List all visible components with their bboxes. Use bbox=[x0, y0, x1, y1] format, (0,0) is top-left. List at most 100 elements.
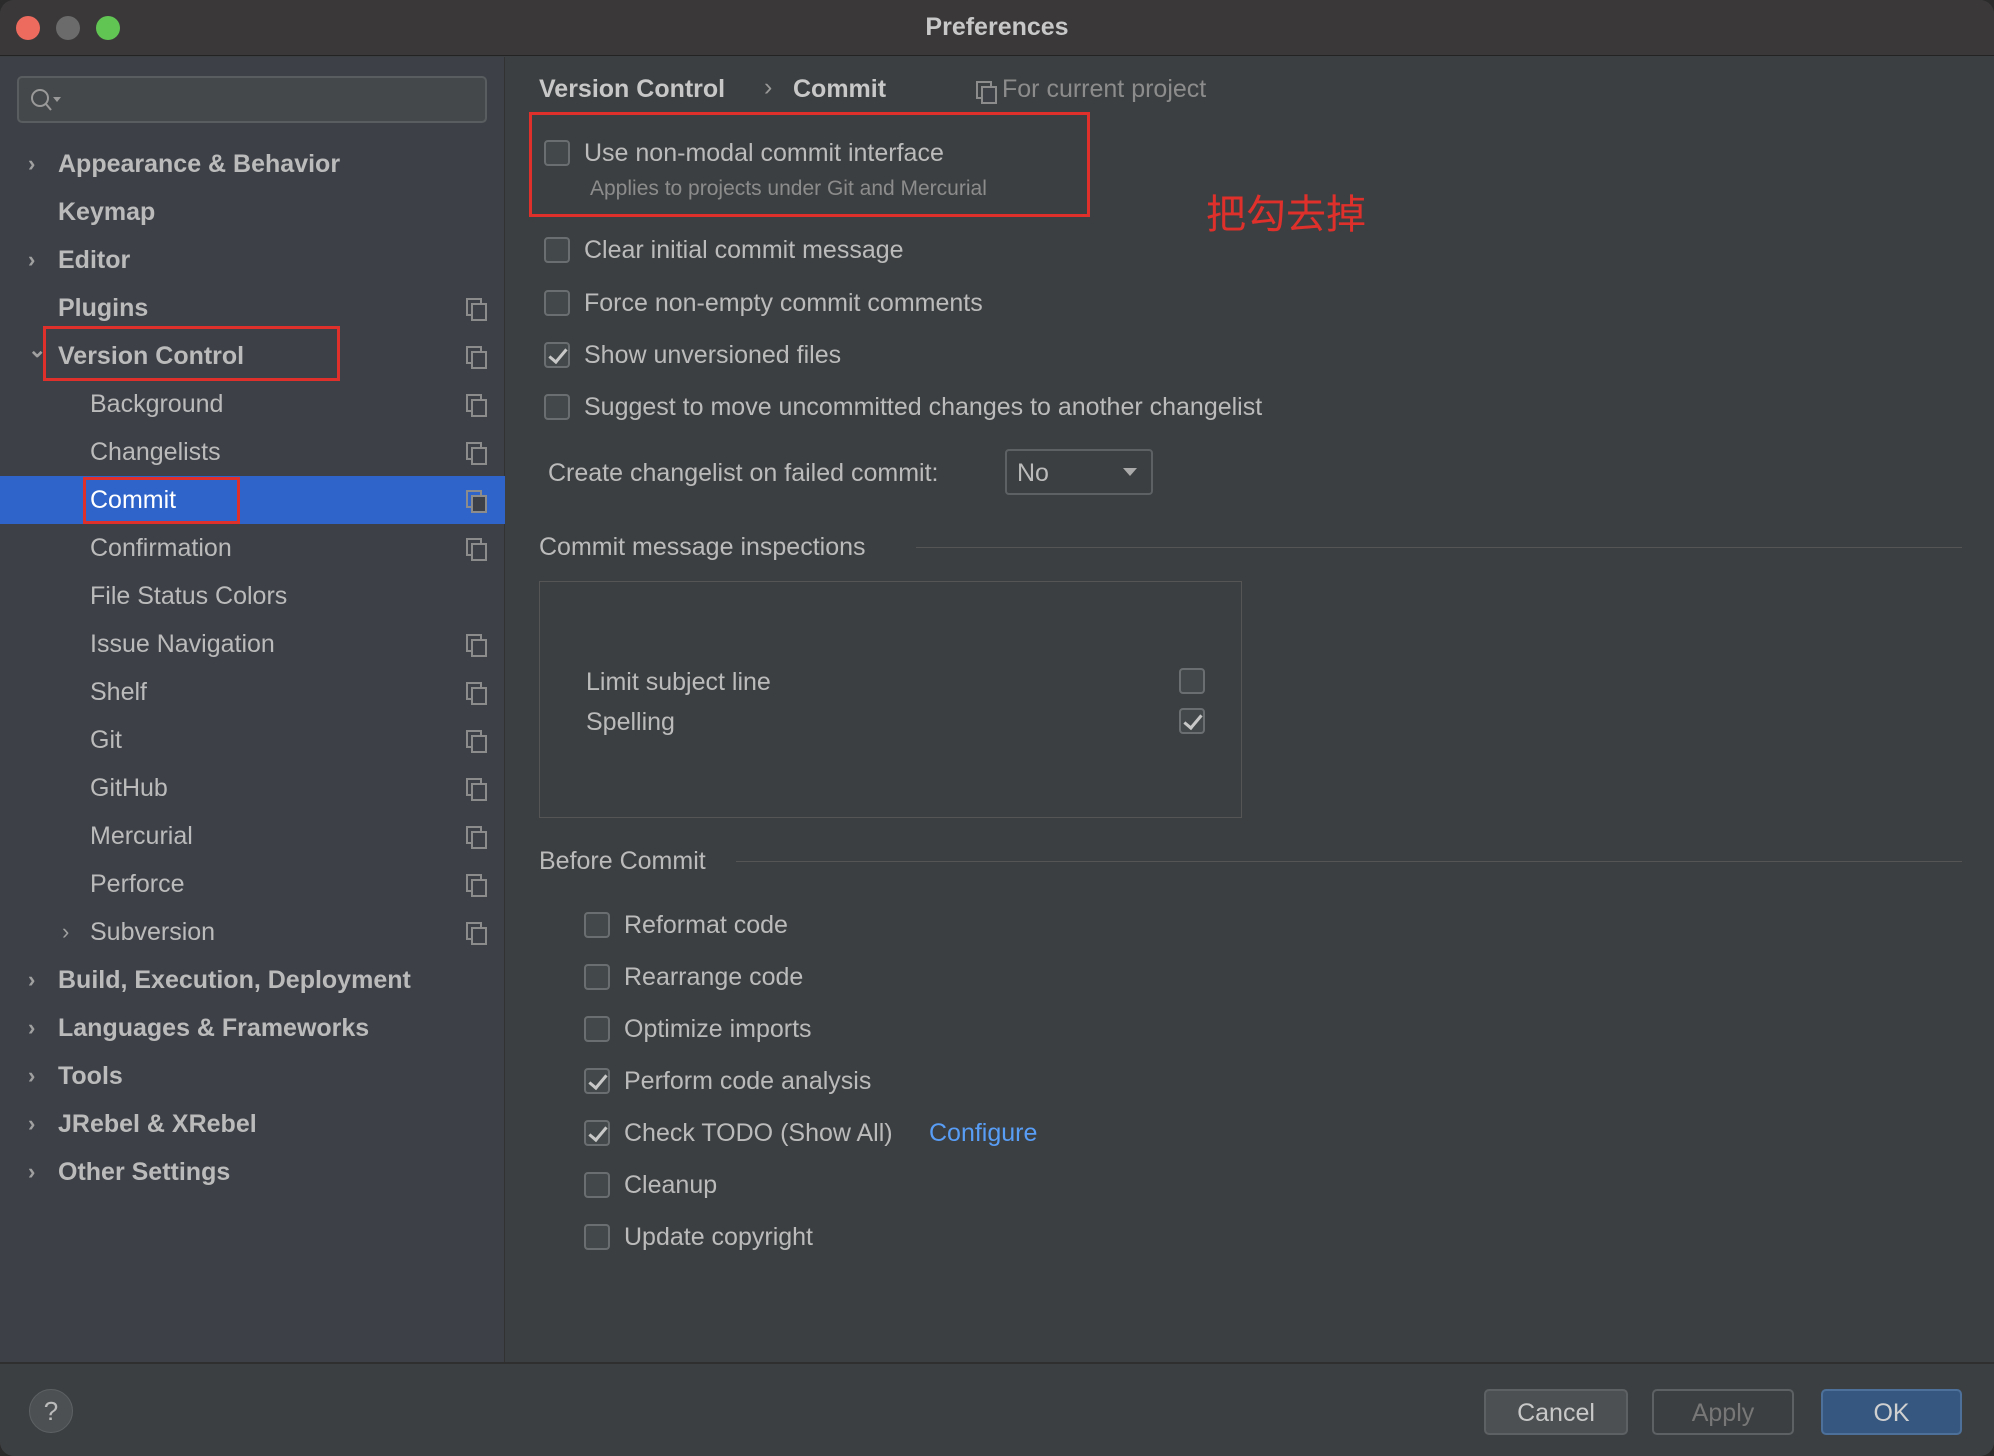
sidebar-item-shelf[interactable]: Shelf bbox=[0, 668, 505, 716]
sidebar-item-appearance-behavior[interactable]: › Appearance & Behavior bbox=[0, 140, 505, 188]
project-scope-icon bbox=[466, 826, 487, 849]
project-scope-icon bbox=[466, 490, 487, 513]
project-scope-icon bbox=[466, 346, 487, 369]
sidebar-item-github[interactable]: GitHub bbox=[0, 764, 505, 812]
before-commit-checkbox[interactable] bbox=[584, 1068, 610, 1094]
sidebar-item-other-settings[interactable]: › Other Settings bbox=[0, 1148, 505, 1196]
sidebar-item-editor[interactable]: › Editor bbox=[0, 236, 505, 284]
sidebar-item-changelists[interactable]: Changelists bbox=[0, 428, 505, 476]
highlight-version-control bbox=[43, 326, 340, 381]
configure-link[interactable]: Configure bbox=[929, 1119, 1037, 1148]
option-label[interactable]: Force non-empty commit comments bbox=[584, 289, 983, 318]
chevron-right-icon[interactable]: › bbox=[28, 140, 35, 188]
before-commit-label[interactable]: Reformat code bbox=[624, 911, 788, 940]
option-checkbox[interactable] bbox=[544, 290, 570, 316]
project-scope-icon bbox=[466, 778, 487, 801]
chevron-right-icon[interactable]: › bbox=[28, 1004, 35, 1052]
sidebar-item-label: Issue Navigation bbox=[90, 630, 275, 658]
sidebar-item-subversion[interactable]: › Subversion bbox=[0, 908, 505, 956]
chevron-right-icon[interactable]: › bbox=[28, 1100, 35, 1148]
sidebar-item-file-status-colors[interactable]: File Status Colors bbox=[0, 572, 505, 620]
inspection-limit-subject-checkbox[interactable] bbox=[1179, 668, 1205, 694]
sidebar-item-label: Languages & Frameworks bbox=[58, 1014, 370, 1042]
option-label[interactable]: Show unversioned files bbox=[584, 341, 841, 370]
before-commit-heading: Before Commit bbox=[539, 847, 706, 875]
chevron-right-icon[interactable]: › bbox=[28, 956, 35, 1004]
project-scope-icon bbox=[976, 81, 997, 104]
sidebar-item-label: Plugins bbox=[58, 294, 149, 322]
before-commit-label[interactable]: Update copyright bbox=[624, 1223, 813, 1252]
project-scope-icon bbox=[466, 394, 487, 417]
sidebar-item-tools[interactable]: › Tools bbox=[0, 1052, 505, 1100]
option-checkbox[interactable] bbox=[544, 342, 570, 368]
chevron-right-icon[interactable]: › bbox=[62, 908, 69, 956]
chevron-right-icon[interactable]: › bbox=[28, 236, 35, 284]
before-commit-checkbox[interactable] bbox=[584, 1172, 610, 1198]
sidebar-item-commit[interactable]: Commit bbox=[0, 476, 505, 524]
project-scope-icon bbox=[466, 874, 487, 897]
before-commit-label[interactable]: Cleanup bbox=[624, 1171, 717, 1200]
dialog-footer: ? Cancel Apply OK bbox=[0, 1362, 1994, 1456]
sidebar-item-issue-navigation[interactable]: Issue Navigation bbox=[0, 620, 505, 668]
sidebar-item-languages-frameworks[interactable]: › Languages & Frameworks bbox=[0, 1004, 505, 1052]
sidebar-item-jrebel-xrebel[interactable]: › JRebel & XRebel bbox=[0, 1100, 505, 1148]
inspection-spelling: Spelling bbox=[586, 708, 675, 736]
project-scope-icon bbox=[466, 922, 487, 945]
changelist-dropdown[interactable]: No bbox=[1005, 449, 1153, 495]
inspections-heading: Commit message inspections bbox=[539, 533, 866, 561]
before-commit-checkbox[interactable] bbox=[584, 1120, 610, 1146]
sidebar-item-label: Editor bbox=[58, 246, 131, 274]
sidebar-item-label: Other Settings bbox=[58, 1158, 231, 1186]
cancel-button[interactable]: Cancel bbox=[1484, 1389, 1628, 1435]
inspection-limit-subject: Limit subject line bbox=[586, 668, 771, 696]
chevron-down-icon bbox=[1123, 468, 1137, 483]
before-commit-checkbox[interactable] bbox=[584, 912, 610, 938]
sidebar-item-git[interactable]: Git bbox=[0, 716, 505, 764]
before-commit-label[interactable]: Check TODO (Show All) bbox=[624, 1119, 893, 1148]
sidebar-item-label: Confirmation bbox=[90, 534, 232, 562]
sidebar-item-plugins[interactable]: Plugins bbox=[0, 284, 505, 332]
chevron-right-icon[interactable]: › bbox=[28, 1052, 35, 1100]
chevron-right-icon[interactable]: › bbox=[28, 1148, 35, 1196]
sidebar-item-background[interactable]: Background bbox=[0, 380, 505, 428]
non-modal-checkbox[interactable] bbox=[544, 140, 570, 166]
divider bbox=[916, 547, 1962, 548]
option-label[interactable]: Suggest to move uncommitted changes to a… bbox=[584, 393, 1262, 422]
project-scope-icon bbox=[466, 682, 487, 705]
breadcrumb-parent[interactable]: Version Control bbox=[539, 75, 725, 104]
changelist-label: Create changelist on failed commit: bbox=[548, 459, 939, 487]
sidebar-item-label: Tools bbox=[58, 1062, 123, 1090]
search-input[interactable] bbox=[17, 76, 487, 123]
before-commit-label[interactable]: Rearrange code bbox=[624, 963, 803, 992]
sidebar-item-perforce[interactable]: Perforce bbox=[0, 860, 505, 908]
sidebar-item-keymap[interactable]: Keymap bbox=[0, 188, 505, 236]
ok-button[interactable]: OK bbox=[1821, 1389, 1962, 1435]
sidebar-item-confirmation[interactable]: Confirmation bbox=[0, 524, 505, 572]
before-commit-checkbox[interactable] bbox=[584, 1224, 610, 1250]
breadcrumb-current: Commit bbox=[793, 75, 887, 103]
sidebar-item-mercurial[interactable]: Mercurial bbox=[0, 812, 505, 860]
sidebar-item-build-execution-deployment[interactable]: › Build, Execution, Deployment bbox=[0, 956, 505, 1004]
sidebar-item-label: Mercurial bbox=[90, 822, 193, 850]
dropdown-value: No bbox=[1017, 459, 1049, 487]
option-label[interactable]: Clear initial commit message bbox=[584, 236, 904, 265]
sidebar-item-label: Shelf bbox=[90, 678, 147, 706]
settings-content: Version Control › Commit For current pro… bbox=[506, 57, 1994, 1362]
before-commit-label[interactable]: Perform code analysis bbox=[624, 1067, 871, 1096]
scope-label: For current project bbox=[1002, 75, 1207, 103]
project-scope-icon bbox=[466, 442, 487, 465]
before-commit-label[interactable]: Optimize imports bbox=[624, 1015, 812, 1044]
non-modal-label[interactable]: Use non-modal commit interface bbox=[584, 139, 944, 168]
title-bar: Preferences bbox=[0, 0, 1994, 56]
preferences-window: Preferences › Appearance & Behavior Keymap… bbox=[0, 0, 1994, 1456]
before-commit-checkbox[interactable] bbox=[584, 1016, 610, 1042]
inspections-table: Limit subject line Spelling bbox=[539, 581, 1242, 818]
help-button[interactable]: ? bbox=[29, 1389, 73, 1433]
apply-button[interactable]: Apply bbox=[1652, 1389, 1794, 1435]
inspection-spelling-checkbox[interactable] bbox=[1179, 708, 1205, 734]
sidebar-item-label: Git bbox=[90, 726, 122, 754]
option-checkbox[interactable] bbox=[544, 237, 570, 263]
before-commit-checkbox[interactable] bbox=[584, 964, 610, 990]
option-checkbox[interactable] bbox=[544, 394, 570, 420]
breadcrumb-separator-icon: › bbox=[764, 73, 773, 101]
